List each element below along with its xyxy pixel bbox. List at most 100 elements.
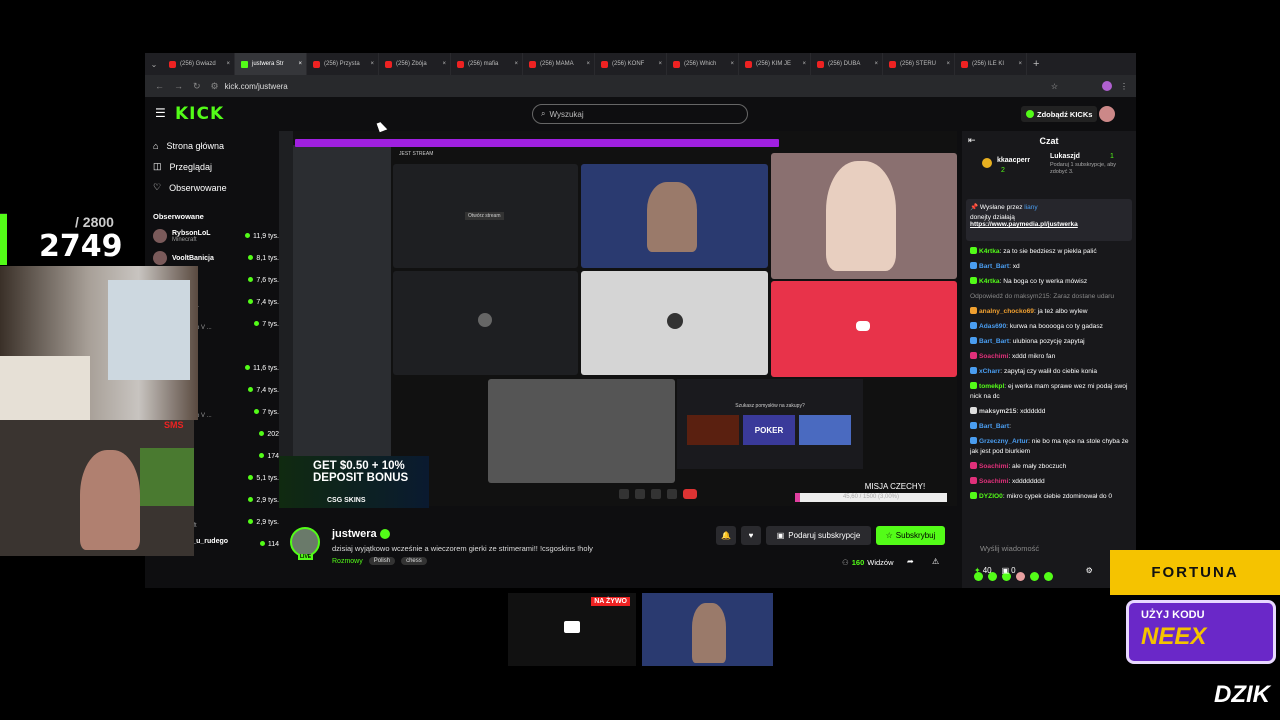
category-link[interactable]: Rozmowy bbox=[332, 558, 363, 565]
browser-tab[interactable]: (256) MAMA × bbox=[523, 53, 595, 75]
tag-pill[interactable]: chess bbox=[401, 557, 427, 565]
back-icon[interactable]: ← bbox=[155, 81, 164, 91]
sidebar-item[interactable]: ◫ Przeglądaj bbox=[153, 156, 279, 177]
browser-tab[interactable]: (256) Which × bbox=[667, 53, 739, 75]
notification-bell-button[interactable]: 🔔 bbox=[716, 526, 736, 545]
chat-username[interactable]: Soachimi bbox=[979, 353, 1008, 360]
subscribe-button[interactable]: ☆ Subskrybuj bbox=[876, 526, 945, 545]
close-tab-icon[interactable]: × bbox=[514, 61, 518, 67]
forward-icon[interactable]: → bbox=[174, 81, 183, 91]
chat-username[interactable]: analny_chocko69 bbox=[979, 308, 1034, 315]
browser-tab[interactable]: (256) Zbója × bbox=[379, 53, 451, 75]
chat-username[interactable]: K4rtka bbox=[979, 278, 1000, 285]
donate-link[interactable]: https://www.paymedia.pl/justwerka bbox=[970, 221, 1128, 228]
close-tab-icon[interactable]: × bbox=[370, 61, 374, 67]
screen-preview[interactable]: NA ŻYWO bbox=[508, 593, 636, 666]
camera-tile-boy[interactable] bbox=[581, 164, 768, 268]
kick-logo[interactable]: KICK bbox=[175, 104, 224, 124]
follow-heart-button[interactable]: ♥ bbox=[741, 526, 761, 545]
tab-search-icon[interactable]: ⌄ bbox=[145, 60, 163, 69]
profile-avatar[interactable] bbox=[1102, 81, 1112, 91]
chat-message: xCharr: zapytaj czy walił do ciebie koni… bbox=[970, 367, 1130, 377]
close-tab-icon[interactable]: × bbox=[874, 61, 878, 67]
browser-tab[interactable]: (256) STERU × bbox=[883, 53, 955, 75]
video-player[interactable]: JEST STREAM Otwórz stream Szukasz pomysł… bbox=[279, 131, 957, 508]
browser-tab[interactable]: (256) ILE KI × bbox=[955, 53, 1027, 75]
chat-username[interactable]: xCharr bbox=[979, 368, 1000, 375]
stream-tile-discord[interactable] bbox=[771, 281, 957, 377]
close-tab-icon[interactable]: × bbox=[1018, 61, 1022, 67]
stream-tile-light[interactable] bbox=[581, 271, 768, 375]
camera-icon[interactable] bbox=[635, 489, 645, 499]
points-icon[interactable]: ▣ bbox=[1002, 566, 1010, 575]
menu-icon[interactable]: ⋮ bbox=[1120, 82, 1128, 91]
chat-username[interactable]: DYZIO0 bbox=[979, 493, 1003, 500]
share-icon[interactable]: ➦ bbox=[907, 557, 914, 566]
close-tab-icon[interactable]: × bbox=[946, 61, 950, 67]
chat-username[interactable]: Soachimi bbox=[979, 463, 1008, 470]
new-tab-button[interactable]: + bbox=[1033, 58, 1039, 70]
chat-username[interactable]: Bart_Bart bbox=[979, 338, 1009, 345]
browser-tab[interactable]: (256) Przysta × bbox=[307, 53, 379, 75]
close-tab-icon[interactable]: × bbox=[730, 61, 734, 67]
chat-username[interactable]: Bart_Bart bbox=[979, 263, 1009, 270]
browser-tab[interactable]: (256) KONF × bbox=[595, 53, 667, 75]
browser-tab[interactable]: justwera Str × bbox=[235, 53, 307, 75]
chat-username[interactable]: Bart_Bart bbox=[979, 423, 1009, 430]
gift-sub-button[interactable]: ▣ Podaruj subskrypcje bbox=[766, 526, 871, 545]
report-icon[interactable]: ⚠ bbox=[932, 557, 939, 566]
browser-tab[interactable]: (256) mafia × bbox=[451, 53, 523, 75]
hamburger-icon[interactable]: ☰ bbox=[155, 106, 166, 120]
mic-icon[interactable] bbox=[619, 489, 629, 499]
live-badge: LIVE bbox=[298, 554, 314, 560]
url-field[interactable]: kick.com/justwera bbox=[225, 82, 288, 91]
sub-badge-icon bbox=[970, 422, 977, 429]
stream-tile-empty[interactable]: Otwórz stream bbox=[393, 164, 578, 268]
user-avatar[interactable] bbox=[1099, 106, 1115, 122]
activity-icon[interactable] bbox=[667, 489, 677, 499]
get-kicks-button[interactable]: Zdobądź KICKs bbox=[1021, 106, 1098, 122]
bookmark-star-icon[interactable]: ☆ bbox=[1051, 82, 1058, 91]
chat-username[interactable]: Adas690 bbox=[979, 323, 1006, 330]
stream-tile-dark[interactable] bbox=[393, 271, 578, 375]
close-tab-icon[interactable]: × bbox=[298, 61, 302, 67]
sub-badge-icon bbox=[970, 352, 977, 359]
stream-tile-screen[interactable] bbox=[488, 379, 675, 483]
chat-settings-icon[interactable]: ⚙ bbox=[1086, 566, 1093, 575]
close-tab-icon[interactable]: × bbox=[586, 61, 590, 67]
kicks-icon[interactable]: ✦ bbox=[974, 566, 981, 575]
chat-username[interactable]: K4rtka bbox=[979, 248, 1000, 255]
channel-avatar bbox=[153, 251, 167, 265]
browser-tab[interactable]: (256) DUBA × bbox=[811, 53, 883, 75]
camera-tile-streamer[interactable] bbox=[771, 153, 957, 279]
share-icon[interactable] bbox=[651, 489, 661, 499]
camera-preview[interactable] bbox=[642, 593, 773, 666]
live-dot-icon bbox=[248, 496, 254, 502]
close-tab-icon[interactable]: × bbox=[226, 61, 230, 67]
tag-pill[interactable]: Polish bbox=[368, 557, 396, 565]
chat-username[interactable]: maksym215 bbox=[979, 408, 1016, 415]
close-tab-icon[interactable]: × bbox=[658, 61, 662, 67]
channel-name[interactable]: justwera bbox=[332, 528, 377, 540]
followed-channel[interactable]: RybsonLoL Minecraft 11,9 tys. bbox=[153, 225, 279, 247]
tab-label: (256) DUBA bbox=[828, 61, 861, 67]
site-info-icon[interactable]: ⚙ bbox=[211, 81, 219, 92]
chat-username[interactable]: Soachimi bbox=[979, 478, 1008, 485]
reload-icon[interactable]: ↻ bbox=[193, 81, 201, 92]
channel-avatar[interactable] bbox=[290, 527, 320, 557]
hangup-button[interactable] bbox=[683, 489, 697, 499]
close-tab-icon[interactable]: × bbox=[442, 61, 446, 67]
browser-tab[interactable]: (256) KIM JE × bbox=[739, 53, 811, 75]
sent-by-label: Wysłane przez bbox=[979, 204, 1023, 211]
call-controls bbox=[619, 487, 731, 501]
sidebar-item[interactable]: ♡ Obserwowane bbox=[153, 177, 279, 198]
chat-username[interactable]: tomekpl bbox=[979, 383, 1004, 390]
chat-username[interactable]: Grzeczny_Artur bbox=[979, 438, 1028, 445]
browser-tab[interactable]: (256) Gwiazd × bbox=[163, 53, 235, 75]
sidebar-item[interactable]: ⌂ Strona główna bbox=[153, 135, 279, 156]
chat-input[interactable]: Wyślij wiadomość bbox=[970, 538, 1120, 558]
live-dot-icon bbox=[259, 430, 265, 436]
search-input[interactable]: ⌕ Wyszukaj bbox=[532, 104, 748, 124]
discord-channels bbox=[293, 145, 391, 506]
close-tab-icon[interactable]: × bbox=[802, 61, 806, 67]
